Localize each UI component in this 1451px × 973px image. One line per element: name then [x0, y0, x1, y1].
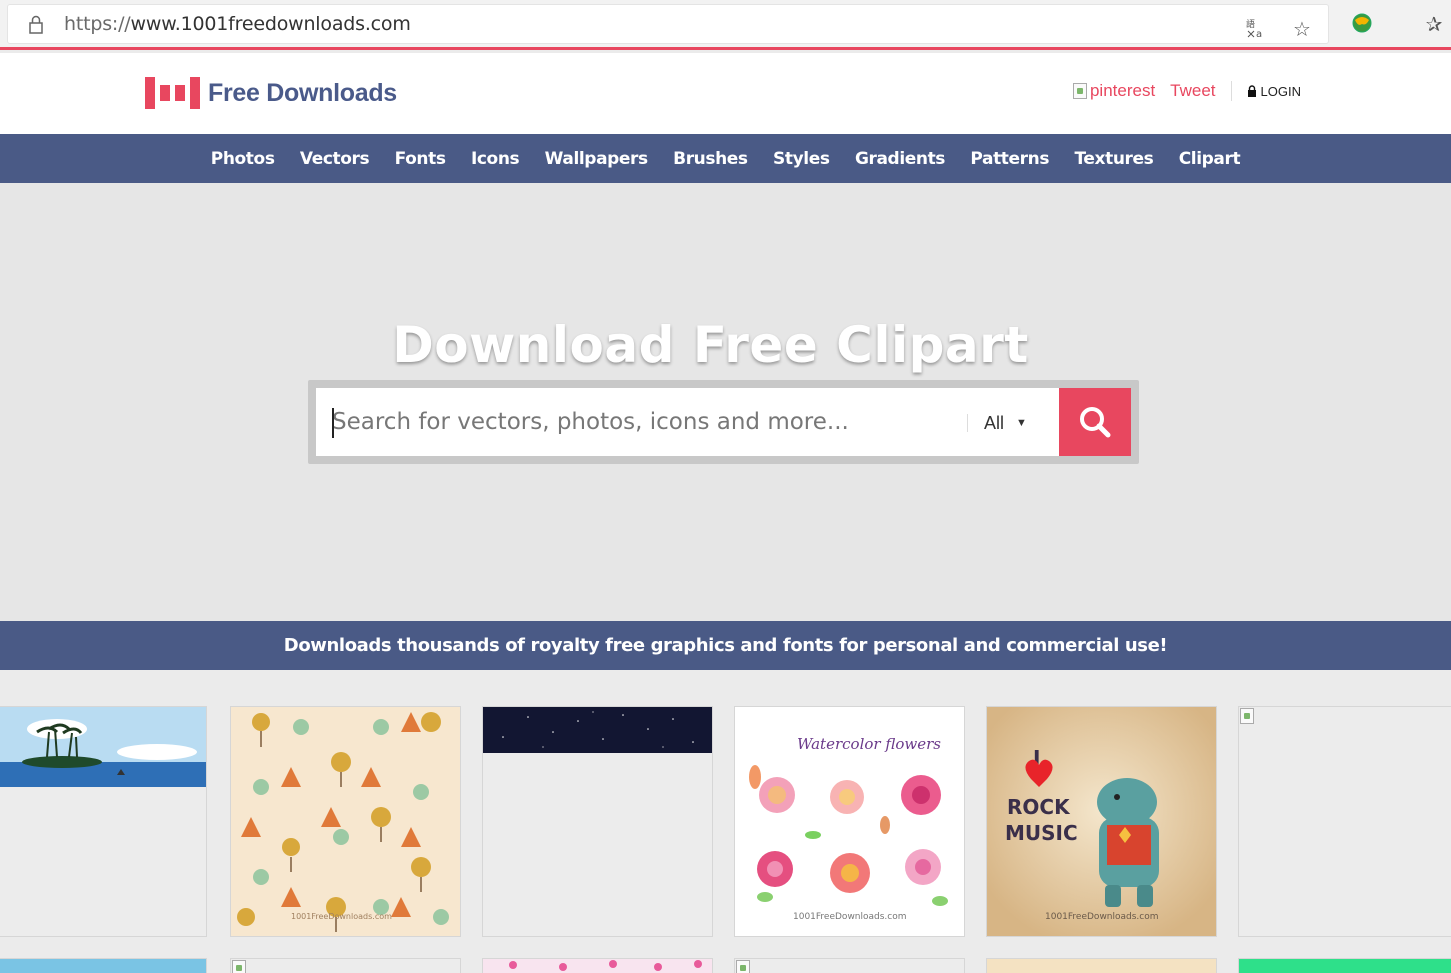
rock-music-thumbnail: I ROCK MUSIC 1001FreeDownloads.com: [987, 707, 1216, 936]
nav-item-patterns[interactable]: Patterns: [958, 149, 1062, 169]
svg-text:語: 語: [1246, 18, 1255, 30]
translate-icon[interactable]: 語a: [1244, 17, 1268, 41]
search-button[interactable]: [1059, 388, 1131, 456]
gallery-item[interactable]: Watercolor flowers 1001FreeDownloads.com: [734, 706, 965, 937]
nav-item-vectors[interactable]: Vectors: [287, 149, 382, 169]
tagline-banner: Downloads thousands of royalty free grap…: [0, 621, 1451, 670]
search-bar: All ▼: [308, 380, 1139, 464]
star-icon[interactable]: ☆: [1290, 17, 1314, 41]
text-cursor: [332, 408, 334, 438]
gallery-item[interactable]: [482, 958, 713, 973]
hero-section: Download Free Clipart All ▼: [0, 183, 1451, 621]
nav-item-fonts[interactable]: Fonts: [382, 149, 458, 169]
lock-icon: [29, 15, 43, 34]
address-bar[interactable]: https://www.1001freedownloads.com 語a ☆: [8, 5, 1328, 43]
pinterest-link[interactable]: pinterest: [1072, 81, 1155, 101]
hearts-pattern-thumbnail: [509, 960, 702, 971]
extension-globe-icon[interactable]: [1350, 12, 1374, 36]
site-header: Free Downloads pinterest Tweet LOGIN: [0, 53, 1451, 134]
broken-image-icon: [232, 960, 246, 973]
url-text[interactable]: https://www.1001freedownloads.com: [64, 13, 411, 35]
browser-toolbar: https://www.1001freedownloads.com 語a ☆ ✰: [0, 0, 1451, 50]
gallery-item[interactable]: [482, 706, 713, 937]
nav-item-textures[interactable]: Textures: [1062, 149, 1166, 169]
nav-item-styles[interactable]: Styles: [760, 149, 842, 169]
nav-item-clipart[interactable]: Clipart: [1166, 149, 1253, 169]
category-select[interactable]: All ▼: [967, 413, 1027, 433]
broken-image-icon: [1072, 83, 1087, 99]
nav-item-wallpapers[interactable]: Wallpapers: [532, 149, 661, 169]
tweet-link[interactable]: Tweet: [1170, 81, 1215, 101]
island-thumbnail: [0, 707, 206, 787]
lock-icon: [1247, 85, 1256, 97]
gallery-item[interactable]: [1238, 706, 1451, 937]
gallery-grid: 1001FreeDownloads.com Watercolor flowers: [0, 670, 1451, 973]
broken-image-icon: [1240, 708, 1254, 724]
watercolor-flowers-thumbnail: Watercolor flowers 1001FreeDownloads.com: [735, 707, 964, 936]
divider: [1230, 81, 1232, 101]
hero-title: Download Free Clipart: [392, 316, 1029, 374]
search-input[interactable]: [316, 388, 966, 456]
logo-mark-icon: [145, 77, 200, 109]
favorites-icon[interactable]: ✰: [1422, 12, 1446, 36]
svg-text:1001FreeDownloads.com: 1001FreeDownloads.com: [291, 912, 392, 921]
category-nav: Photos Vectors Fonts Icons Wallpapers Br…: [0, 134, 1451, 183]
gallery-item[interactable]: [0, 706, 207, 937]
gallery-item[interactable]: [734, 958, 965, 973]
svg-text:ROCK: ROCK: [1007, 795, 1071, 819]
svg-text:MUSIC: MUSIC: [1005, 821, 1078, 845]
nav-item-icons[interactable]: Icons: [458, 149, 532, 169]
nav-item-gradients[interactable]: Gradients: [842, 149, 957, 169]
svg-text:1001FreeDownloads.com: 1001FreeDownloads.com: [793, 912, 907, 922]
nav-item-photos[interactable]: Photos: [198, 149, 287, 169]
night-sky-thumbnail: [483, 707, 712, 753]
header-actions: pinterest Tweet LOGIN: [1072, 81, 1301, 101]
nav-item-brushes[interactable]: Brushes: [660, 149, 760, 169]
gallery-item[interactable]: I ROCK MUSIC 1001FreeDownloads.com: [986, 706, 1217, 937]
site-logo[interactable]: Free Downloads: [145, 76, 397, 110]
gallery-item[interactable]: [986, 958, 1217, 973]
search-icon: [1080, 407, 1111, 438]
broken-image-icon: [736, 960, 750, 973]
gallery-item[interactable]: [230, 958, 461, 973]
login-link[interactable]: LOGIN: [1247, 84, 1301, 99]
gallery-item[interactable]: [1238, 958, 1451, 973]
dropdown-arrow-icon: ▼: [1016, 417, 1027, 429]
svg-text:a: a: [1256, 29, 1262, 39]
logo-text: Free Downloads: [208, 78, 397, 107]
svg-text:1001FreeDownloads.com: 1001FreeDownloads.com: [1045, 912, 1159, 922]
svg-text:Watercolor flowers: Watercolor flowers: [797, 735, 941, 753]
forest-pattern-thumbnail: 1001FreeDownloads.com: [231, 707, 460, 936]
gallery-item[interactable]: [0, 958, 207, 973]
gallery-item[interactable]: 1001FreeDownloads.com: [230, 706, 461, 937]
